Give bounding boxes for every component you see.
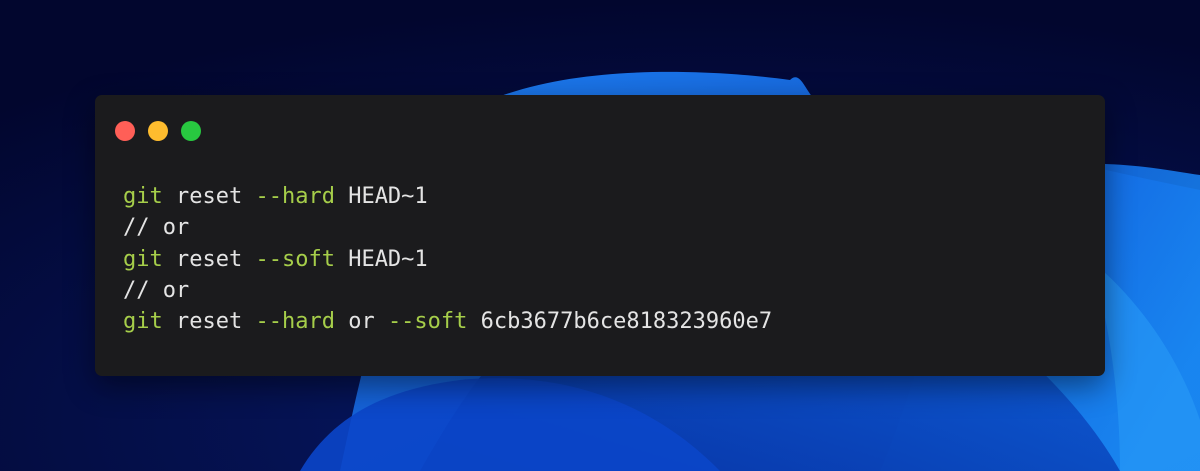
token-keyword: git (123, 246, 163, 272)
token-comment: // or (123, 277, 190, 303)
code-block: git reset --hard HEAD~1// or git reset --… (123, 181, 772, 337)
token-keyword: git (123, 184, 163, 209)
code-line-4: // or (123, 275, 772, 306)
token-flag: --soft (255, 246, 335, 272)
token-comment: // or (123, 215, 190, 241)
token-flag: --hard (255, 184, 335, 209)
close-button[interactable] (115, 121, 135, 141)
token-text: 6cb3677b6ce818323960e7 (467, 309, 773, 335)
token-flag: --hard (255, 309, 335, 335)
token-text: or (334, 309, 388, 335)
code-line-5: git reset --hard or --soft 6cb3677b6ce81… (123, 306, 772, 337)
code-line-2: // or (123, 212, 772, 243)
token-text: reset (162, 309, 256, 335)
code-line-1: git reset --hard HEAD~1 (123, 181, 772, 212)
token-text: reset (162, 246, 256, 272)
window-controls (115, 121, 201, 141)
minimize-button[interactable] (148, 121, 168, 141)
token-text: reset (162, 184, 256, 209)
token-text: HEAD~1 (334, 246, 428, 272)
token-keyword: git (123, 309, 163, 335)
token-text: HEAD~1 (334, 184, 428, 209)
code-window: git reset --hard HEAD~1// or git reset --… (95, 95, 1105, 376)
zoom-button[interactable] (181, 121, 201, 141)
token-flag: --soft (387, 309, 468, 335)
code-line-3: git reset --soft HEAD~1 (123, 244, 772, 275)
